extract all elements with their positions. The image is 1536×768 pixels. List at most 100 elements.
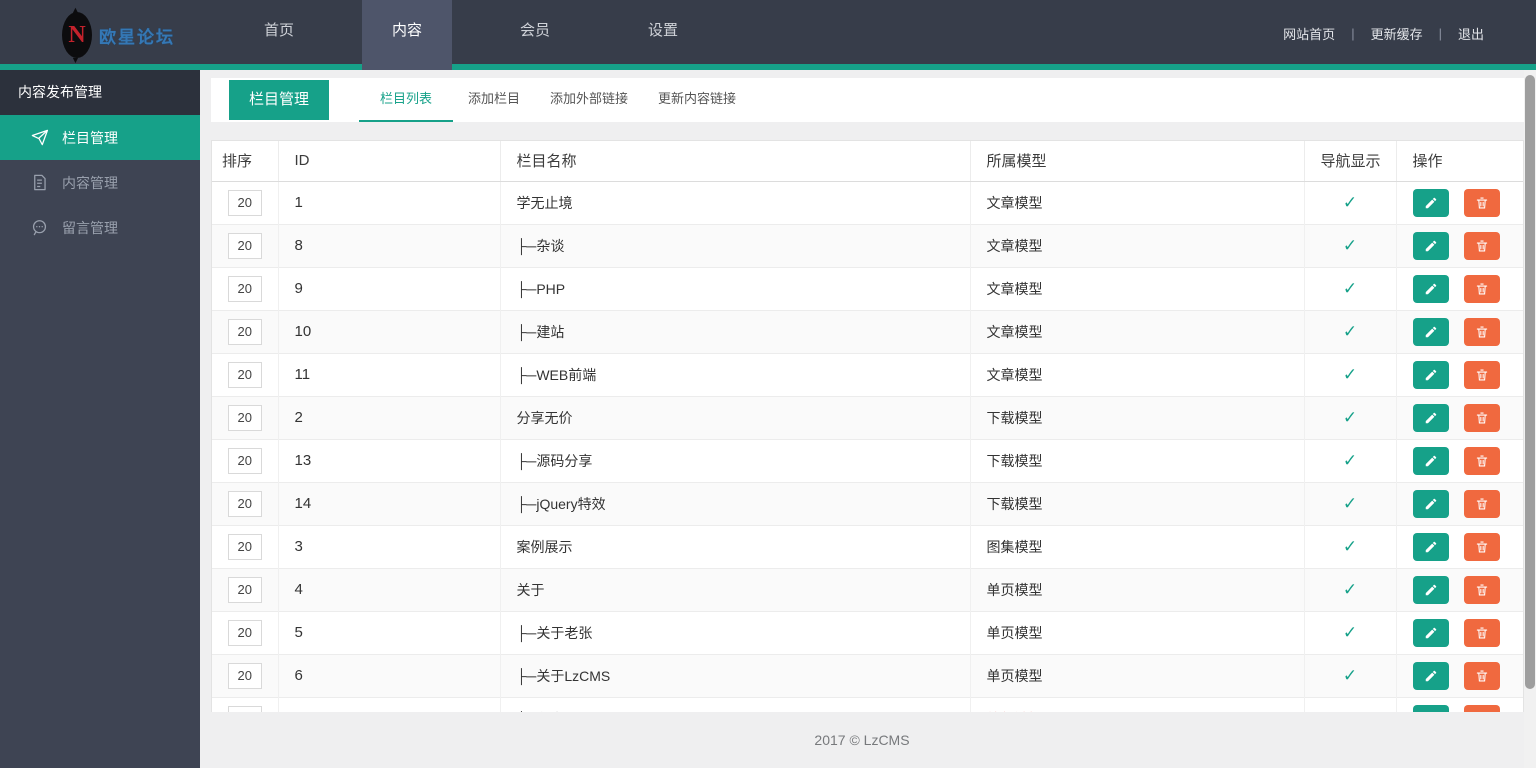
delete-button[interactable] [1464, 446, 1501, 475]
sidebar-item-categories[interactable]: 栏目管理 [0, 115, 200, 160]
tab-update-content-links[interactable]: 更新内容链接 [643, 78, 751, 122]
edit-button[interactable] [1412, 274, 1449, 303]
tab-add-external-link[interactable]: 添加外部链接 [535, 78, 643, 122]
site-home-link[interactable]: 网站首页 [1283, 24, 1335, 43]
nav-display-cell: ✓ [1303, 567, 1396, 611]
sidebar-item-messages[interactable]: 留言管理 [0, 205, 200, 250]
table-row: 10 ├─建站 文章模型 ✓ [212, 309, 1523, 353]
edit-button[interactable] [1412, 317, 1449, 346]
category-name-cell: 关于 [499, 567, 970, 611]
delete-button[interactable] [1464, 274, 1501, 303]
nav-display-cell: ✓ [1303, 395, 1396, 439]
logout-link[interactable]: 退出 [1458, 24, 1484, 43]
edit-button[interactable] [1412, 188, 1449, 217]
edit-button[interactable] [1412, 446, 1449, 475]
trash-icon [1475, 196, 1489, 210]
edit-button[interactable] [1412, 575, 1449, 604]
trash-icon [1475, 325, 1489, 339]
trash-icon [1475, 583, 1489, 597]
pencil-icon [1424, 325, 1438, 339]
sort-cell [212, 309, 278, 353]
sort-input[interactable] [227, 447, 262, 474]
sort-cell [212, 481, 278, 525]
edit-button[interactable] [1412, 231, 1449, 260]
delete-button[interactable] [1464, 661, 1501, 690]
table-row: 14 ├─jQuery特效 下载模型 ✓ [212, 481, 1523, 525]
actions-cell [1395, 567, 1523, 611]
trash-icon [1475, 540, 1489, 554]
actions-cell [1395, 181, 1523, 224]
vertical-scrollbar[interactable] [1524, 70, 1536, 768]
nav-display-cell: ✓ [1303, 181, 1396, 224]
check-icon: ✓ [1342, 235, 1358, 255]
sort-input[interactable] [227, 490, 262, 517]
model-cell: 文章模型 [969, 352, 1304, 396]
delete-button[interactable] [1464, 403, 1501, 432]
nav-display-cell: ✓ [1303, 481, 1396, 525]
edit-button[interactable] [1412, 532, 1449, 561]
sort-input[interactable] [227, 361, 262, 388]
nav-item-home[interactable]: 首页 [234, 0, 324, 70]
id-cell: 11 [277, 352, 500, 396]
nav-item-settings[interactable]: 设置 [618, 0, 708, 70]
sort-input[interactable] [227, 318, 262, 345]
delete-button[interactable] [1464, 532, 1501, 561]
delete-button[interactable] [1464, 231, 1501, 260]
sort-input[interactable] [227, 576, 262, 603]
sort-input[interactable] [227, 275, 262, 302]
sort-input[interactable] [227, 189, 262, 216]
tab-bar: 栏目管理 栏目列表 添加栏目 添加外部链接 更新内容链接 [211, 78, 1524, 122]
actions-cell [1395, 438, 1523, 482]
delete-button[interactable] [1464, 489, 1501, 518]
edit-button[interactable] [1412, 360, 1449, 389]
category-name-cell: ├─关于老张 [499, 610, 970, 654]
delete-button[interactable] [1464, 360, 1501, 389]
model-cell: 单页模型 [969, 567, 1304, 611]
check-icon: ✓ [1342, 192, 1358, 212]
delete-button[interactable] [1464, 575, 1501, 604]
logo[interactable]: N 欧星论坛 [62, 5, 175, 65]
actions-cell [1395, 610, 1523, 654]
pencil-icon [1424, 540, 1438, 554]
edit-button[interactable] [1412, 403, 1449, 432]
sort-input[interactable] [227, 232, 262, 259]
model-cell: 下载模型 [969, 438, 1304, 482]
id-cell: 6 [277, 653, 500, 697]
edit-button[interactable] [1412, 618, 1449, 647]
scrollbar-thumb[interactable] [1525, 75, 1535, 690]
delete-button[interactable] [1464, 188, 1501, 217]
model-cell: 下载模型 [969, 395, 1304, 439]
table-row: 1 学无止境 文章模型 ✓ [212, 181, 1523, 224]
category-name-cell: ├─源码分享 [499, 438, 970, 482]
top-nav: 首页 内容 会员 设置 [234, 0, 746, 70]
id-cell: 1 [277, 181, 500, 224]
nav-item-members[interactable]: 会员 [490, 0, 580, 70]
actions-cell [1395, 481, 1523, 525]
sort-input[interactable] [227, 619, 262, 646]
check-icon: ✓ [1342, 493, 1358, 513]
id-cell: 5 [277, 610, 500, 654]
pencil-icon [1424, 239, 1438, 253]
nav-item-content[interactable]: 内容 [362, 0, 452, 70]
sidebar-item-content[interactable]: 内容管理 [0, 160, 200, 205]
sort-input[interactable] [227, 404, 262, 431]
check-icon: ✓ [1342, 665, 1358, 685]
category-table: 排序 ID 栏目名称 所属模型 导航显示 操作 1 学无止境 文章模型 ✓ [211, 140, 1524, 741]
delete-button[interactable] [1464, 317, 1501, 346]
category-name-cell: ├─WEB前端 [499, 352, 970, 396]
table-row: 8 ├─杂谈 文章模型 ✓ [212, 223, 1523, 267]
edit-button[interactable] [1412, 661, 1449, 690]
column-header-model: 所属模型 [969, 141, 1304, 182]
delete-button[interactable] [1464, 618, 1501, 647]
category-name-cell: 分享无价 [499, 395, 970, 439]
column-header-actions: 操作 [1395, 141, 1523, 182]
tab-category-list[interactable]: 栏目列表 [359, 78, 454, 122]
module-button-categories[interactable]: 栏目管理 [229, 80, 329, 120]
tab-add-category[interactable]: 添加栏目 [453, 78, 535, 122]
sort-input[interactable] [227, 662, 262, 689]
check-icon: ✓ [1342, 407, 1358, 427]
edit-button[interactable] [1412, 489, 1449, 518]
model-cell: 单页模型 [969, 610, 1304, 654]
sort-input[interactable] [227, 533, 262, 560]
refresh-cache-link[interactable]: 更新缓存 [1371, 24, 1423, 43]
